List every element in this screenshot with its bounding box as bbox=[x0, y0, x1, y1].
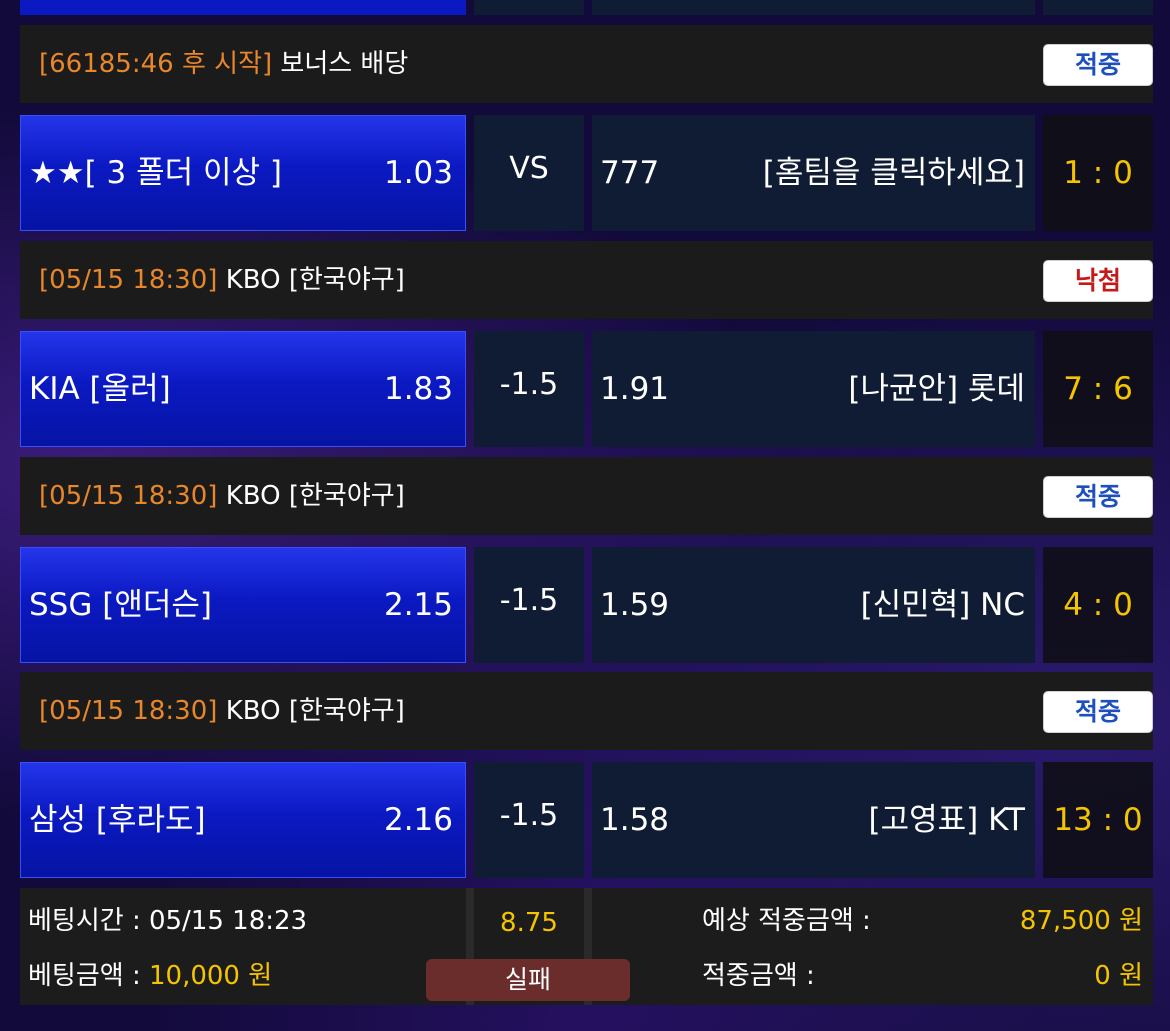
home-team-odds: 2.15 bbox=[383, 587, 453, 623]
away-team-name: [홈팀을 클릭하세요] bbox=[762, 155, 1025, 191]
match-header-text: [05/15 18:30] KBO [한국야구] bbox=[39, 672, 405, 750]
home-team-button[interactable]: KIA [올러] 1.83 bbox=[20, 331, 466, 447]
away-team-name: [나균안] 롯데 bbox=[848, 371, 1025, 407]
previous-row-stub bbox=[474, 0, 584, 15]
home-team-button[interactable]: 삼성 [후라도] 2.16 bbox=[20, 762, 466, 878]
home-team-name: SSG [앤더슨] bbox=[29, 587, 212, 623]
away-team-name: [고영표] KT bbox=[868, 802, 1025, 838]
match-start-time: [05/15 18:30] bbox=[39, 696, 218, 726]
match-row: 삼성 [후라도] 2.16 -1.5 1.58 [고영표] KT 13 : 0 bbox=[20, 762, 1153, 878]
match-score: 4 : 0 bbox=[1043, 547, 1153, 663]
handicap-cell: -1.5 bbox=[474, 762, 584, 878]
match-header: [05/15 18:30] KBO [한국야구] 적중 bbox=[20, 457, 1153, 535]
away-team-odds: 777 bbox=[600, 155, 660, 191]
handicap-cell: -1.5 bbox=[474, 547, 584, 663]
payout-panel: 예상 적중금액 : 87,500 원 적중금액 : 0 원 bbox=[592, 888, 1153, 1005]
status-badge-hit: 적중 bbox=[1043, 44, 1153, 86]
home-team-odds: 1.03 bbox=[383, 155, 453, 191]
previous-row-stub bbox=[1043, 0, 1153, 15]
match-header-text: [05/15 18:30] KBO [한국야구] bbox=[39, 241, 405, 319]
match-header-text: [66185:46 후 시작] 보너스 배당 bbox=[39, 25, 408, 103]
match-header: [66185:46 후 시작] 보너스 배당 적중 bbox=[20, 25, 1153, 103]
home-team-name: KIA [올러] bbox=[29, 371, 171, 407]
bet-slip: [66185:46 후 시작] 보너스 배당 적중 ★★[ 3 폴더 이상 ] … bbox=[20, 0, 1153, 1005]
match-start-time: [66185:46 후 시작] bbox=[39, 49, 273, 79]
away-team-cell[interactable]: 1.91 [나균안] 롯데 bbox=[592, 331, 1035, 447]
previous-row-stub bbox=[20, 0, 466, 15]
away-team-name: [신민혁] NC bbox=[860, 587, 1025, 623]
expected-payout-label: 예상 적중금액 : bbox=[702, 906, 871, 936]
match-score: 13 : 0 bbox=[1043, 762, 1153, 878]
result-badge-fail: 실패 bbox=[426, 959, 630, 1001]
home-team-odds: 1.83 bbox=[383, 371, 453, 407]
match-start-time: [05/15 18:30] bbox=[39, 481, 218, 511]
won-amount-value: 0 원 bbox=[1094, 961, 1143, 991]
won-amount-label: 적중금액 : bbox=[702, 961, 815, 991]
home-team-button[interactable]: SSG [앤더슨] 2.15 bbox=[20, 547, 466, 663]
away-team-odds: 1.91 bbox=[600, 371, 670, 407]
match-row: ★★[ 3 폴더 이상 ] 1.03 VS 777 [홈팀을 클릭하세요] 1 … bbox=[20, 115, 1153, 231]
handicap-cell: -1.5 bbox=[474, 331, 584, 447]
bet-amount-label: 베팅금액 : bbox=[28, 961, 149, 991]
match-row: KIA [올러] 1.83 -1.5 1.91 [나균안] 롯데 7 : 6 bbox=[20, 331, 1153, 447]
match-league: KBO [한국야구] bbox=[225, 265, 405, 295]
status-badge-hit: 적중 bbox=[1043, 691, 1153, 733]
bet-amount: 베팅금액 : 10,000 원 bbox=[28, 955, 272, 992]
away-team-odds: 1.58 bbox=[600, 802, 670, 838]
home-team-button[interactable]: ★★[ 3 폴더 이상 ] 1.03 bbox=[20, 115, 466, 231]
match-league: KBO [한국야구] bbox=[225, 696, 405, 726]
bet-info-panel: 베팅시간 : 05/15 18:23 베팅금액 : 10,000 원 bbox=[20, 888, 466, 1005]
match-header: [05/15 18:30] KBO [한국야구] 낙첨 bbox=[20, 241, 1153, 319]
expected-payout-value: 87,500 원 bbox=[1019, 906, 1143, 936]
status-badge-hit: 적중 bbox=[1043, 476, 1153, 518]
match-score: 1 : 0 bbox=[1043, 115, 1153, 231]
away-team-cell[interactable]: 1.59 [신민혁] NC bbox=[592, 547, 1035, 663]
bet-time: 베팅시간 : 05/15 18:23 bbox=[28, 906, 308, 936]
away-team-cell[interactable]: 777 [홈팀을 클릭하세요] bbox=[592, 115, 1035, 231]
away-team-odds: 1.59 bbox=[600, 587, 670, 623]
away-team-cell[interactable]: 1.58 [고영표] KT bbox=[592, 762, 1035, 878]
home-team-name: 삼성 [후라도] bbox=[29, 802, 206, 838]
bet-amount-value: 10,000 원 bbox=[148, 961, 273, 991]
match-league: KBO [한국야구] bbox=[225, 481, 405, 511]
match-score: 7 : 6 bbox=[1043, 331, 1153, 447]
previous-row-stub bbox=[592, 0, 1035, 15]
match-header: [05/15 18:30] KBO [한국야구] 적중 bbox=[20, 672, 1153, 750]
home-team-name: ★★[ 3 폴더 이상 ] bbox=[29, 155, 282, 191]
bet-summary: 베팅시간 : 05/15 18:23 베팅금액 : 10,000 원 8.75 … bbox=[20, 888, 1153, 1005]
home-team-odds: 2.16 bbox=[383, 802, 453, 838]
total-odds: 8.75 bbox=[500, 908, 558, 938]
match-start-time: [05/15 18:30] bbox=[39, 265, 218, 295]
match-row: SSG [앤더슨] 2.15 -1.5 1.59 [신민혁] NC 4 : 0 bbox=[20, 547, 1153, 663]
match-league: 보너스 배당 bbox=[280, 49, 409, 79]
status-badge-miss: 낙첨 bbox=[1043, 260, 1153, 302]
match-header-text: [05/15 18:30] KBO [한국야구] bbox=[39, 457, 405, 535]
handicap-cell: VS bbox=[474, 115, 584, 231]
